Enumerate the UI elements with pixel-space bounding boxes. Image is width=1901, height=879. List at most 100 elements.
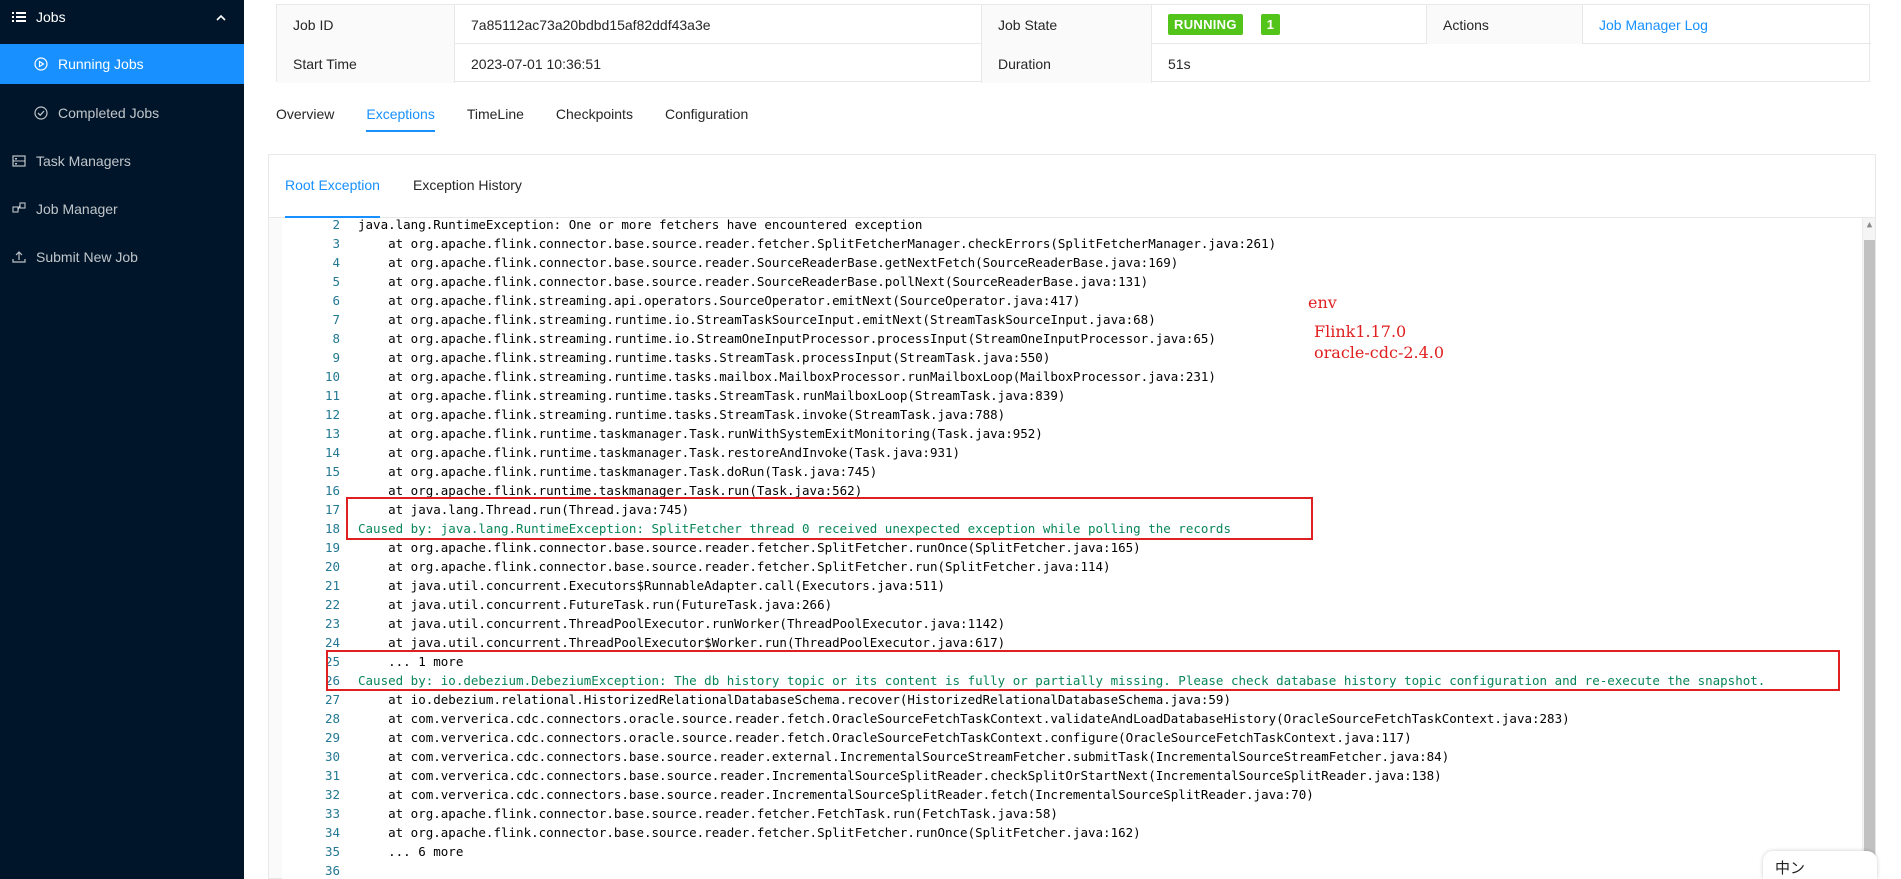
floating-widget[interactable]: 中ン (1763, 851, 1877, 879)
tab-exceptions[interactable]: Exceptions (366, 96, 435, 132)
sidebar-item-task-managers[interactable]: Task Managers (0, 141, 244, 181)
annotation-flink-version: Flink1.17.0 (1314, 322, 1407, 341)
tab-exception-history[interactable]: Exception History (413, 155, 522, 218)
code-line: 29 at com.ververica.cdc.connectors.oracl… (282, 728, 1412, 747)
annotation-env: env (1308, 293, 1337, 312)
code-line: 31 at com.ververica.cdc.connectors.base.… (282, 766, 1442, 785)
code-line: 30 at com.ververica.cdc.connectors.base.… (282, 747, 1449, 766)
line-number: 5 (332, 274, 340, 289)
code-text: java.lang.RuntimeException: One or more … (358, 218, 923, 232)
code-text: at org.apache.flink.connector.base.sourc… (358, 825, 1141, 840)
duration-label: Duration (981, 44, 1151, 83)
sidebar-item-label: Completed Jobs (58, 105, 160, 121)
code-text: at io.debezium.relational.HistorizedRela… (358, 692, 1231, 707)
upload-icon (12, 250, 26, 264)
job-info-row: Job ID 7a85112ac73a20bdbd15af82ddf43a3e … (277, 5, 1871, 44)
code-line: 23 at java.util.concurrent.ThreadPoolExe… (282, 614, 1005, 633)
code-line: 13 at org.apache.flink.runtime.taskmanag… (282, 424, 1043, 443)
start-time-value: 2023-07-01 10:36:51 (454, 44, 981, 83)
code-text: at org.apache.flink.connector.base.sourc… (358, 559, 1111, 574)
line-number: 15 (324, 464, 340, 479)
status-badge: RUNNING (1168, 14, 1243, 35)
code-line: 9 at org.apache.flink.streaming.runtime.… (282, 348, 1050, 367)
line-number: 6 (332, 293, 340, 308)
code-text: at com.ververica.cdc.connectors.oracle.s… (358, 730, 1412, 745)
job-info-row: Start Time 2023-07-01 10:36:51 Duration … (277, 44, 1871, 83)
code-text: at org.apache.flink.streaming.runtime.io… (358, 312, 1156, 327)
code-text: at org.apache.flink.streaming.runtime.ta… (358, 369, 1216, 384)
code-line: 2 java.lang.RuntimeException: One or more… (282, 218, 922, 234)
actions-label: Actions (1426, 5, 1582, 44)
line-number: 32 (324, 787, 340, 802)
line-number: 22 (324, 597, 340, 612)
line-number: 29 (324, 730, 340, 745)
line-number: 23 (324, 616, 340, 631)
code-line: 17 at java.lang.Thread.run(Thread.java:7… (282, 500, 689, 519)
code-text: at java.util.concurrent.Executors$Runnab… (358, 578, 945, 593)
sidebar-item-job-manager[interactable]: Job Manager (0, 189, 244, 229)
sidebar-item-label: Running Jobs (58, 56, 144, 72)
line-number: 13 (324, 426, 340, 441)
scroll-up-icon[interactable]: ▲ (1864, 220, 1875, 234)
tab-configuration[interactable]: Configuration (665, 96, 748, 132)
job-state-value: RUNNING 1 (1151, 5, 1426, 44)
line-number: 35 (324, 844, 340, 859)
code-line: 6 at org.apache.flink.streaming.api.oper… (282, 291, 1080, 310)
scrollbar[interactable]: ▲ (1862, 218, 1875, 879)
tab-root-exception[interactable]: Root Exception (285, 155, 380, 218)
server-icon (12, 154, 26, 168)
tab-timeline[interactable]: TimeLine (467, 96, 524, 132)
line-number: 27 (324, 692, 340, 707)
code-line: 21 at java.util.concurrent.Executors$Run… (282, 576, 945, 595)
code-line: 36 (282, 861, 340, 879)
sidebar-section-jobs[interactable]: Jobs (0, 0, 244, 37)
code-text: at org.apache.flink.runtime.taskmanager.… (358, 426, 1043, 441)
highlight-box-caused-by-1 (346, 497, 1313, 540)
code-line: 3 at org.apache.flink.connector.base.sou… (282, 234, 1276, 253)
code-line: 8 at org.apache.flink.streaming.runtime.… (282, 329, 1215, 348)
sidebar-item-submit-new-job[interactable]: Submit New Job (0, 237, 244, 277)
sidebar-item-label: Job Manager (36, 201, 118, 217)
tab-checkpoints[interactable]: Checkpoints (556, 96, 633, 132)
cluster-icon (12, 202, 26, 216)
line-number: 19 (324, 540, 340, 555)
sidebar-item-completed-jobs[interactable]: Completed Jobs (0, 93, 244, 133)
code-text: at org.apache.flink.connector.base.sourc… (358, 255, 1179, 270)
code-line: 19 at org.apache.flink.connector.base.so… (282, 538, 1141, 557)
line-number: 12 (324, 407, 340, 422)
scrollbar-thumb[interactable] (1864, 240, 1875, 879)
code-line: 32 at com.ververica.cdc.connectors.base.… (282, 785, 1314, 804)
code-text: at org.apache.flink.connector.base.sourc… (358, 806, 1058, 821)
line-number: 30 (324, 749, 340, 764)
duration-value: 51s (1151, 44, 1869, 83)
job-state-label: Job State (981, 5, 1151, 44)
code-text: at org.apache.flink.streaming.runtime.io… (358, 331, 1216, 346)
code-line: 34 at org.apache.flink.connector.base.so… (282, 823, 1141, 842)
exception-code-viewer[interactable]: 2 java.lang.RuntimeException: One or more… (282, 218, 1875, 879)
sidebar-item-label: Task Managers (36, 153, 131, 169)
code-line: 27 at io.debezium.relational.HistorizedR… (282, 690, 1231, 709)
sidebar: Jobs Running Jobs Completed Jobs Task Ma… (0, 0, 244, 879)
tab-overview[interactable]: Overview (276, 96, 334, 132)
line-number: 20 (324, 559, 340, 574)
code-line: 14 at org.apache.flink.runtime.taskmanag… (282, 443, 960, 462)
code-text: at org.apache.flink.runtime.taskmanager.… (358, 464, 878, 479)
code-text: at com.ververica.cdc.connectors.base.sou… (358, 768, 1442, 783)
line-number: 14 (324, 445, 340, 460)
job-id-label: Job ID (277, 5, 454, 44)
sidebar-item-running-jobs[interactable]: Running Jobs (0, 44, 244, 84)
code-text: at org.apache.flink.streaming.runtime.ta… (358, 388, 1066, 403)
line-number: 28 (324, 711, 340, 726)
actions-cell: Job Manager Log (1582, 5, 1869, 44)
job-manager-log-link[interactable]: Job Manager Log (1599, 17, 1708, 33)
code-text: ... 6 more (358, 844, 464, 859)
code-text: at com.ververica.cdc.connectors.oracle.s… (358, 711, 1570, 726)
code-line: 22 at java.util.concurrent.FutureTask.ru… (282, 595, 832, 614)
line-number: 16 (324, 483, 340, 498)
code-line: 18 Caused by: java.lang.RuntimeException:… (282, 519, 1231, 538)
code-line: 11 at org.apache.flink.streaming.runtime… (282, 386, 1065, 405)
line-number: 34 (324, 825, 340, 840)
code-text: at com.ververica.cdc.connectors.base.sou… (358, 787, 1314, 802)
code-text: at java.util.concurrent.ThreadPoolExecut… (358, 616, 1006, 631)
line-number: 2 (332, 218, 340, 232)
